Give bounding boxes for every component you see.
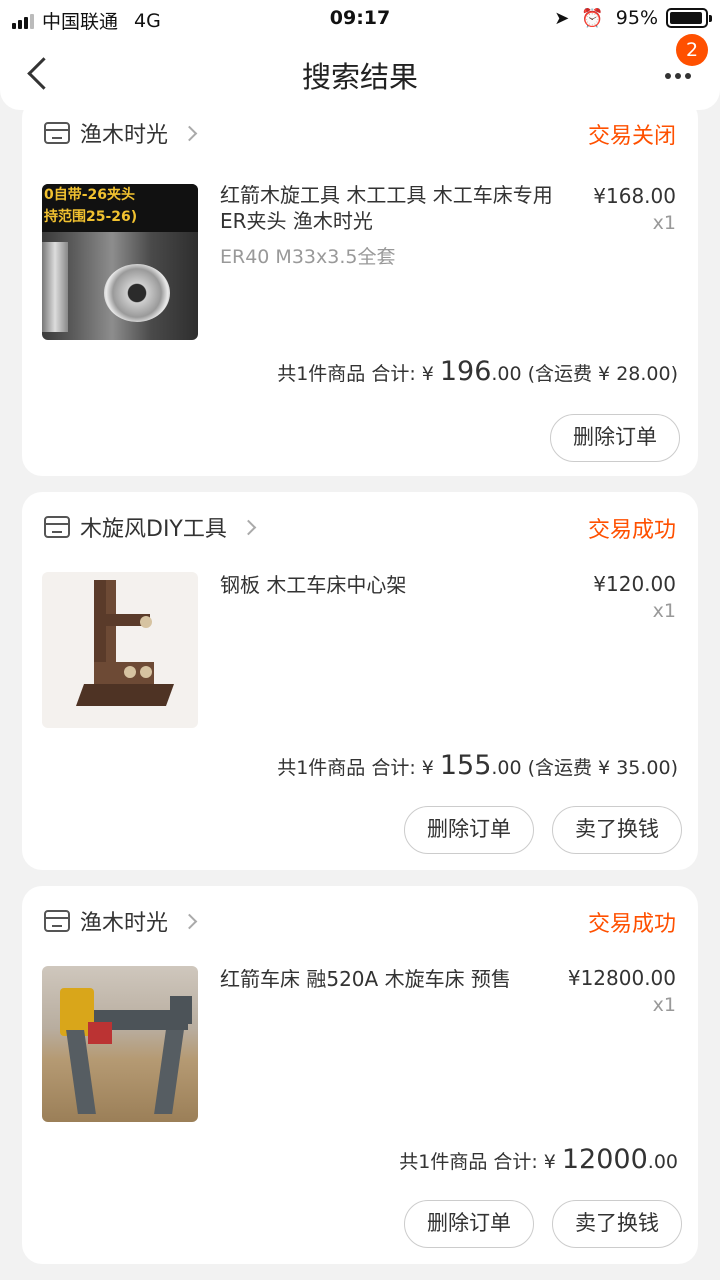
delete-order-button[interactable]: 删除订单: [404, 1200, 534, 1248]
image-caption: 0自带-26夹头 持范围25-26): [42, 184, 198, 232]
dot-icon: [675, 73, 681, 79]
order-card: 渔木时光 交易关闭 0自带-26夹头 持范围25-26) 红箭木旋工具 木工工具…: [22, 98, 698, 476]
order-status: 交易成功: [587, 518, 676, 543]
sell-item-button[interactable]: 卖了换钱: [552, 1200, 682, 1248]
order-card: 渔木时光 交易成功 红箭车床 融520A 木旋车床 预售 ¥12800.00 x…: [22, 886, 698, 1264]
summary-count: 共1件商品 合计:: [277, 363, 416, 385]
order-status: 交易关闭: [587, 124, 676, 149]
collet-part: [42, 242, 68, 332]
battery-icon: [666, 8, 712, 28]
alarm-icon: ⏰: [581, 7, 604, 29]
chevron-right-icon: [240, 519, 257, 535]
page-title: 搜索结果: [301, 60, 418, 94]
order-status: 交易成功: [587, 912, 676, 937]
currency-symbol: ¥: [421, 757, 434, 779]
shop-link[interactable]: 渔木时光: [44, 904, 198, 938]
total-amount: 155: [439, 750, 492, 781]
order-summary: 共1件商品 合计: ¥ 12000 .00: [399, 1144, 678, 1175]
chevron-right-icon: [181, 125, 198, 141]
currency-symbol: ¥: [543, 1151, 556, 1173]
lathe-control-box: [88, 1022, 112, 1044]
battery-percent: 95%: [615, 7, 658, 29]
product-image[interactable]: 0自带-26夹头 持范围25-26): [42, 184, 198, 340]
dot-icon: [665, 73, 671, 79]
total-amount: 12000: [561, 1144, 648, 1175]
dot-icon: [685, 73, 691, 79]
shop-link[interactable]: 渔木时光: [44, 116, 198, 150]
order-summary: 共1件商品 合计: ¥ 196 .00 (含运费 ¥ 28.00): [277, 356, 678, 387]
collet-nut: [104, 264, 170, 322]
chevron-right-icon: [181, 913, 198, 929]
total-decimal: .00: [491, 363, 522, 385]
roller-knob: [140, 666, 152, 678]
product-quantity: x1: [652, 994, 676, 1016]
shop-name: 木旋风DIY工具: [80, 517, 227, 542]
summary-count: 共1件商品 合计:: [399, 1151, 538, 1173]
status-right: ➤ ⏰ 95%: [554, 7, 712, 29]
product-title[interactable]: 红箭车床 融520A 木旋车床 预售: [220, 966, 560, 992]
total-decimal: .00: [491, 757, 522, 779]
total-amount: 196: [439, 356, 492, 387]
shop-link[interactable]: 木旋风DIY工具: [44, 510, 257, 544]
shop-name: 渔木时光: [80, 123, 169, 148]
lathe-leg: [154, 1030, 184, 1114]
status-bar: 中国联通 4G 09:17 ➤ ⏰ 95%: [0, 0, 720, 38]
product-title[interactable]: 红箭木旋工具 木工工具 木工车床专用ER夹头 渔木时光: [220, 182, 560, 234]
roller-knob: [124, 666, 136, 678]
steady-base: [75, 684, 175, 706]
product-image[interactable]: [42, 572, 198, 728]
product-spec: ER40 M33x3.5全套: [220, 246, 396, 268]
product-price: ¥120.00: [593, 572, 676, 596]
delete-order-button[interactable]: 删除订单: [404, 806, 534, 854]
product-price: ¥12800.00: [567, 966, 676, 990]
location-arrow-icon: ➤: [554, 7, 570, 29]
shipping-fee: (含运费 ¥ 28.00): [527, 363, 678, 385]
shipping-fee: (含运费 ¥ 35.00): [527, 757, 678, 779]
shop-icon: [44, 122, 70, 144]
product-price: ¥168.00: [593, 184, 676, 208]
product-quantity: x1: [652, 212, 676, 234]
notification-badge: 2: [676, 34, 708, 66]
currency-symbol: ¥: [421, 363, 434, 385]
roller-knob: [140, 616, 152, 628]
order-card: 木旋风DIY工具 交易成功 钢板 木工车床中心架 ¥120.00 x1 共1件商…: [22, 492, 698, 870]
product-title[interactable]: 钢板 木工车床中心架: [220, 572, 560, 598]
shop-icon: [44, 516, 70, 538]
order-summary: 共1件商品 合计: ¥ 155 .00 (含运费 ¥ 35.00): [277, 750, 678, 781]
lathe-tailstock: [170, 996, 192, 1024]
delete-order-button[interactable]: 删除订单: [550, 414, 680, 462]
sell-item-button[interactable]: 卖了换钱: [552, 806, 682, 854]
summary-count: 共1件商品 合计:: [277, 757, 416, 779]
shop-icon: [44, 910, 70, 932]
shop-name: 渔木时光: [80, 911, 169, 936]
product-image[interactable]: [42, 966, 198, 1122]
total-decimal: .00: [647, 1151, 678, 1173]
product-quantity: x1: [652, 600, 676, 622]
